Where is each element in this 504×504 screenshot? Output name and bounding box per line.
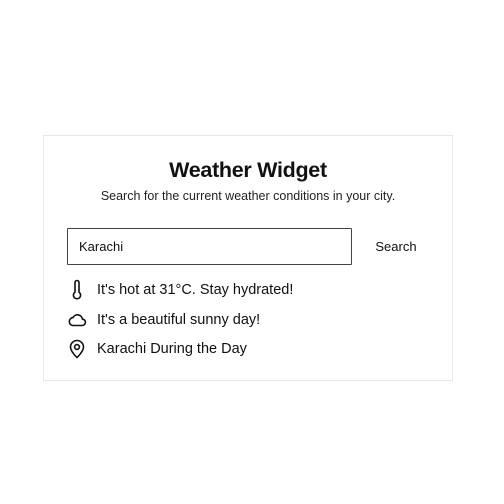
map-pin-icon	[67, 338, 87, 360]
thermometer-icon	[67, 279, 87, 301]
cloud-icon	[67, 309, 87, 331]
temperature-row: It's hot at 31°C. Stay hydrated!	[67, 278, 293, 302]
search-button[interactable]: Search	[362, 228, 430, 265]
location-text: Karachi During the Day	[97, 341, 247, 357]
widget-title: Weather Widget	[169, 158, 327, 182]
weather-widget-card: Weather Widget Search for the current we…	[43, 135, 453, 381]
city-search-input[interactable]	[67, 228, 352, 265]
widget-subtitle: Search for the current weather condition…	[100, 189, 396, 203]
condition-row: It's a beautiful sunny day!	[67, 308, 260, 332]
temperature-text: It's hot at 31°C. Stay hydrated!	[97, 282, 294, 298]
condition-text: It's a beautiful sunny day!	[97, 312, 261, 328]
location-row: Karachi During the Day	[67, 337, 247, 361]
